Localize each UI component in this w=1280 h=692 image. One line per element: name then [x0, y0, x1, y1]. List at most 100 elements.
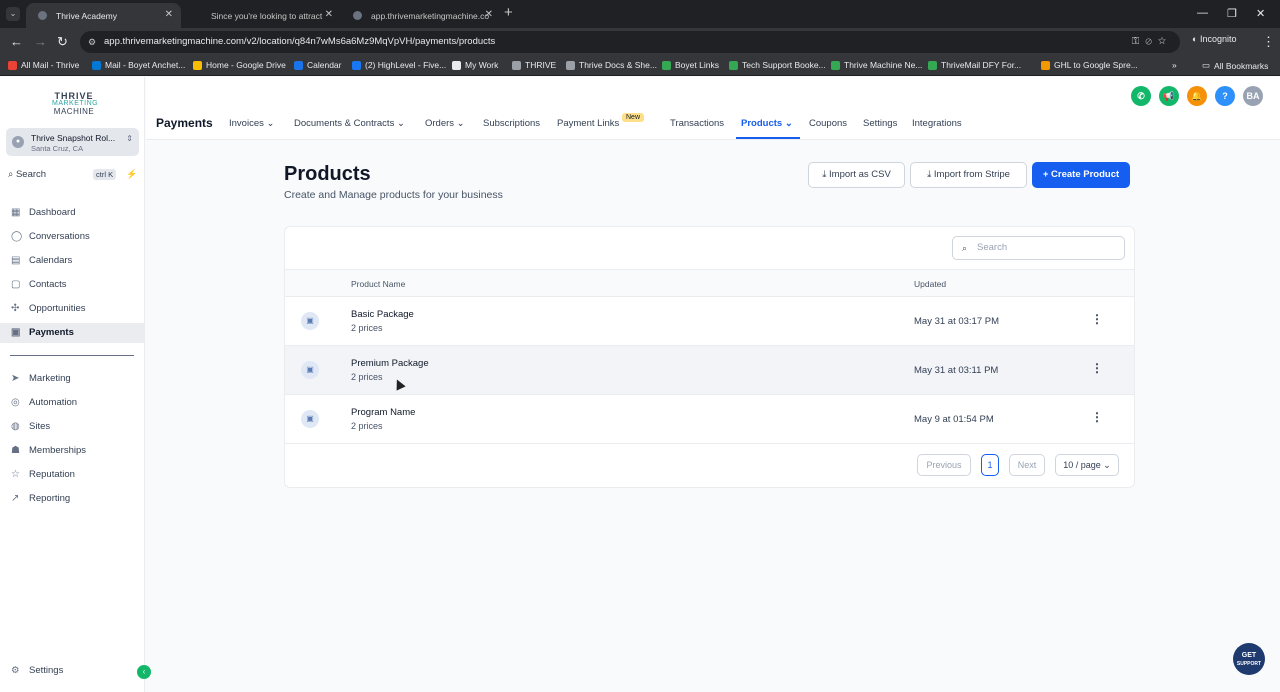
restore-icon[interactable]: ❐	[1227, 7, 1237, 20]
sidebar: THRIVE MARKETING MACHINE ● Thrive Snapsh…	[0, 77, 151, 692]
tab-integrations[interactable]: Integrations	[912, 118, 962, 129]
minimize-icon[interactable]: —	[1197, 7, 1208, 19]
tab-documents-contracts[interactable]: Documents & Contracts ⌄	[294, 118, 405, 129]
product-name[interactable]: Premium Package	[351, 358, 429, 369]
bookmark-item[interactable]: ThriveMail DFY For...	[928, 60, 1021, 70]
url-field[interactable]: ⚙ app.thrivemarketingmachine.com/v2/loca…	[80, 31, 1180, 53]
sidebar-item-opportunities[interactable]: ✣ Opportunities	[0, 299, 145, 319]
account-switcher[interactable]: ● Thrive Snapshot Rol... Santa Cruz, CA …	[6, 128, 139, 156]
sidebar-item-automation[interactable]: ◎ Automation	[0, 393, 145, 413]
table-search-input[interactable]: ⌕ Search	[952, 236, 1125, 260]
tab-subscriptions[interactable]: Subscriptions	[483, 118, 540, 129]
import-stripe-button[interactable]: ⤓ Import from Stripe	[910, 162, 1027, 188]
window-close-icon[interactable]: ✕	[1256, 7, 1265, 20]
table-row[interactable]: ▣ Premium Package 2 prices May 31 at 03:…	[285, 346, 1134, 395]
tab-payment-links[interactable]: Payment Links	[557, 118, 619, 129]
bookmark-favicon-icon	[8, 60, 17, 70]
bookmark-item[interactable]: THRIVE	[512, 60, 556, 70]
tab-search-icon[interactable]: ⌄	[6, 7, 20, 21]
sidebar-item-dashboard[interactable]: ▦ Dashboard	[0, 203, 145, 223]
pagination-next[interactable]: Next	[1009, 454, 1045, 476]
more-options-icon[interactable]: ⋮	[1091, 312, 1103, 326]
close-icon[interactable]: ✕	[485, 9, 493, 20]
sidebar-item-settings[interactable]: ⚙ Settings	[0, 662, 145, 680]
sidebar-item-payments[interactable]: ▣ Payments	[0, 323, 145, 343]
thrive-logo[interactable]: THRIVE MARKETING MACHINE	[52, 92, 98, 116]
tab-favicon	[38, 11, 47, 20]
bookmark-item[interactable]: Thrive Docs & She...	[566, 60, 657, 70]
create-product-button[interactable]: + Create Product	[1032, 162, 1130, 188]
bookmark-favicon-icon	[92, 60, 101, 70]
import-csv-button[interactable]: ⤓ Import as CSV	[808, 162, 905, 188]
sidebar-item-reputation[interactable]: ☆ Reputation	[0, 465, 145, 485]
browser-tab-thrive-academy[interactable]: Thrive Academy ✕	[26, 3, 181, 28]
browser-tab-3[interactable]: app.thrivemarketingmachine.co ✕	[341, 3, 501, 28]
bookmark-item[interactable]: Calendar	[294, 60, 342, 70]
bookmark-item[interactable]: My Work	[452, 60, 498, 70]
product-name[interactable]: Basic Package	[351, 309, 414, 320]
announcement-icon[interactable]: 📢	[1159, 86, 1179, 106]
close-icon[interactable]: ✕	[165, 9, 173, 20]
bookmark-item[interactable]: Mail - Boyet Anchet...	[92, 60, 185, 70]
reload-icon[interactable]: ↻	[57, 34, 68, 50]
phone-icon[interactable]: ✆	[1131, 86, 1151, 106]
bookmark-item[interactable]: All Mail - Thrive	[8, 60, 79, 70]
forward-icon[interactable]: →	[34, 34, 47, 49]
sidebar-item-label: Contacts	[29, 279, 67, 290]
quick-action-icon[interactable]: ⚡	[126, 169, 137, 180]
pagination-page[interactable]: 1	[981, 454, 999, 476]
tab-title: Thrive Academy	[56, 10, 117, 21]
bookmark-item[interactable]: GHL to Google Spre...	[1041, 60, 1138, 70]
bookmark-label: Mail - Boyet Anchet...	[105, 60, 186, 70]
sidebar-item-conversations[interactable]: ◯ Conversations	[0, 227, 145, 247]
sidebar-item-memberships[interactable]: ☗ Memberships	[0, 441, 145, 461]
sidebar-collapse-button[interactable]: ‹	[137, 665, 151, 679]
send-icon: ➤	[11, 373, 20, 384]
trend-icon: ↗	[11, 493, 20, 504]
browser-tab-2[interactable]: Since you're looking to attract ✕	[181, 3, 341, 28]
tab-settings[interactable]: Settings	[863, 118, 897, 129]
sidebar-search[interactable]: ⌕ Search ctrl K ⚡	[8, 169, 137, 183]
bookmark-item[interactable]: (2) HighLevel - Five...	[352, 60, 446, 70]
sidebar-item-calendars[interactable]: ▤ Calendars	[0, 251, 145, 271]
get-support-button[interactable]: GET SUPPORT	[1233, 643, 1265, 675]
tab-invoices[interactable]: Invoices ⌄	[229, 118, 274, 129]
close-icon[interactable]: ✕	[325, 9, 333, 20]
incognito-indicator[interactable]: ◐ Incognito	[1192, 34, 1236, 44]
omnibox-icons[interactable]: ⚿⊘☆	[1132, 31, 1172, 53]
column-header-product-name[interactable]: Product Name	[351, 279, 405, 289]
download-icon: ⤓	[927, 169, 934, 180]
bookmark-item[interactable]: Home - Google Drive	[193, 60, 286, 70]
site-info-icon[interactable]: ⚙	[88, 31, 96, 53]
pagination-previous[interactable]: Previous	[917, 454, 971, 476]
tab-transactions[interactable]: Transactions	[670, 118, 724, 129]
bookmark-item[interactable]: Thrive Machine Ne...	[831, 60, 922, 70]
sidebar-item-contacts[interactable]: ▢ Contacts	[0, 275, 145, 295]
tab-orders[interactable]: Orders ⌄	[425, 118, 465, 129]
sidebar-item-reporting[interactable]: ↗ Reporting	[0, 489, 145, 509]
bookmark-item[interactable]: Tech Support Booke...	[729, 60, 826, 70]
browser-menu-icon[interactable]: ⋮	[1262, 34, 1275, 50]
product-name[interactable]: Program Name	[351, 407, 415, 418]
page-size-select[interactable]: 10 / page ⌄	[1055, 454, 1119, 476]
more-options-icon[interactable]: ⋮	[1091, 361, 1103, 375]
help-icon[interactable]: ?	[1215, 86, 1235, 106]
sidebar-item-marketing[interactable]: ➤ Marketing	[0, 369, 145, 389]
account-name: Thrive Snapshot Rol...	[31, 133, 116, 143]
all-bookmarks-button[interactable]: ▭ All Bookmarks	[1202, 60, 1268, 71]
avatar[interactable]: BA	[1243, 86, 1263, 106]
tab-coupons[interactable]: Coupons	[809, 118, 847, 129]
bookmarks-overflow-icon[interactable]: »	[1172, 60, 1177, 70]
bookmark-item[interactable]: Boyet Links	[662, 60, 719, 70]
table-row[interactable]: ▣ Program Name 2 prices May 9 at 01:54 P…	[285, 395, 1134, 444]
tab-products[interactable]: Products ⌄	[741, 118, 793, 129]
new-tab-button[interactable]: +	[504, 4, 513, 21]
plus-icon: +	[1042, 169, 1049, 180]
table-row[interactable]: ▣ Basic Package 2 prices May 31 at 03:17…	[285, 297, 1134, 346]
bell-icon[interactable]: 🔔	[1187, 86, 1207, 106]
search-icon: ⌕	[8, 169, 16, 180]
column-header-updated[interactable]: Updated	[914, 279, 946, 289]
back-icon[interactable]: ←	[10, 34, 23, 49]
more-options-icon[interactable]: ⋮	[1091, 410, 1103, 424]
sidebar-item-sites[interactable]: ◍ Sites	[0, 417, 145, 437]
